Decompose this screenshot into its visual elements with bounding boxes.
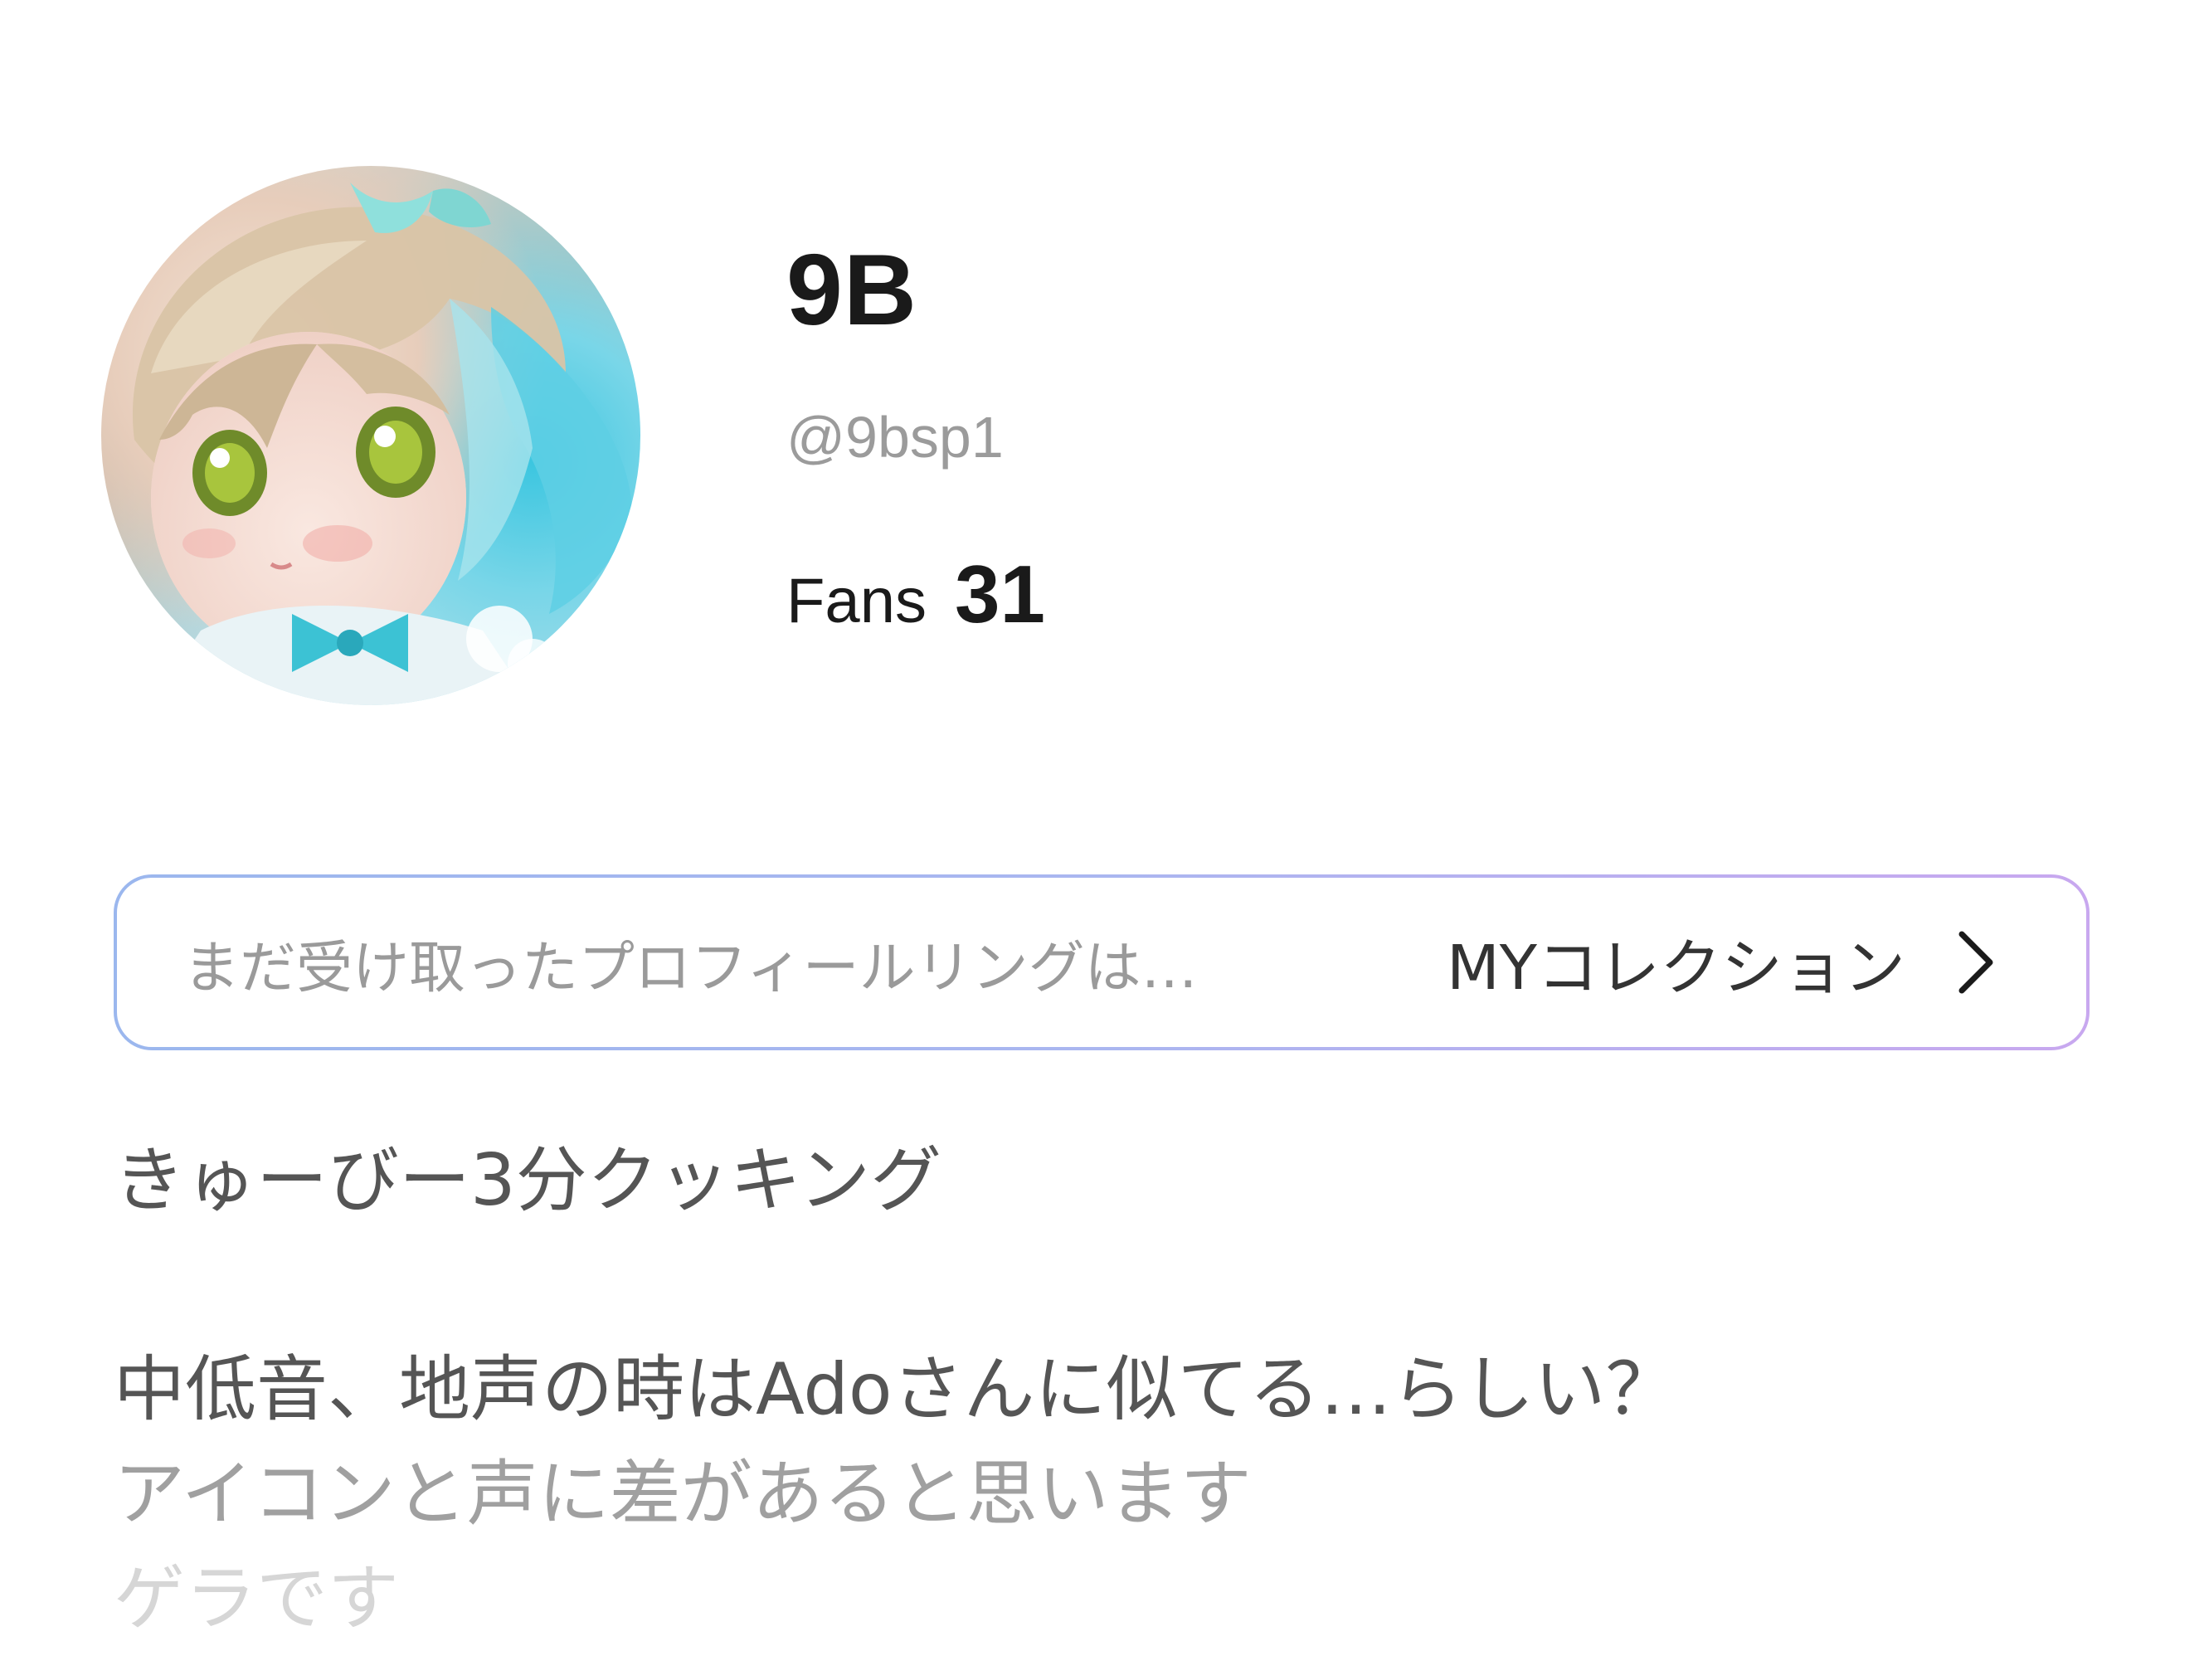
- fans-count-row[interactable]: Fans 31: [786, 548, 1045, 641]
- profile-ring-bar[interactable]: まだ受け取ったプロフィールリングは… MYコレクション: [114, 874, 2090, 1050]
- avatar[interactable]: [101, 166, 640, 705]
- display-name: 9B: [786, 233, 917, 346]
- avatar-image: [132, 183, 632, 705]
- bio-line: 中低音、地声の時はAdoさんに似てる…らしい？: [114, 1348, 1677, 1431]
- fans-count: 31: [954, 548, 1045, 640]
- fans-label: Fans: [786, 566, 927, 636]
- profile-ring-bar-inner: まだ受け取ったプロフィールリングは… MYコレクション: [117, 878, 2086, 1047]
- bio-line: きゅーびー3分クッキング: [114, 1139, 942, 1222]
- my-collection-link[interactable]: MYコレクション: [1447, 918, 1997, 1007]
- bio-line: アイコンと声に差があると思います: [114, 1453, 1252, 1536]
- chevron-right-icon: [1958, 931, 1993, 994]
- profile-ring-status-text: まだ受け取ったプロフィールリングは…: [183, 935, 1198, 1001]
- my-collection-label: MYコレクション: [1446, 932, 1905, 1004]
- user-handle: @9bsp1: [786, 405, 1004, 470]
- bio-line: ゲラです: [114, 1557, 399, 1640]
